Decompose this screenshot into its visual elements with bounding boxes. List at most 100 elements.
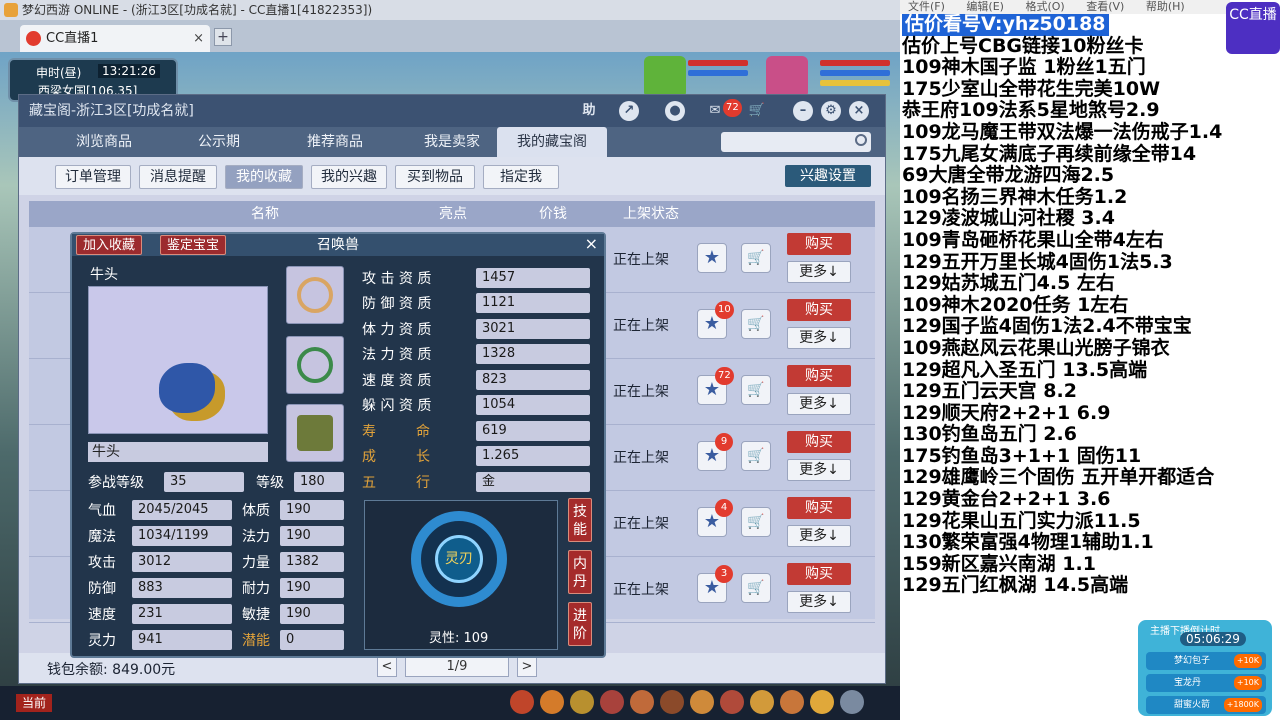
more-button[interactable]: 更多↓ xyxy=(787,525,851,547)
window-header-title: 藏宝阁-浙江3区[功成名就] xyxy=(29,103,194,119)
more-button[interactable]: 更多↓ xyxy=(787,591,851,613)
row-status: 正在上架 xyxy=(613,450,669,466)
search-icon[interactable] xyxy=(855,134,867,146)
buy-button[interactable]: 购买 xyxy=(787,365,851,387)
item-icon[interactable] xyxy=(600,690,624,714)
gift-item[interactable]: 宝龙丹 +10K xyxy=(1146,674,1266,692)
tab-advance[interactable]: 进阶 xyxy=(568,602,592,646)
buy-button[interactable]: 购买 xyxy=(787,497,851,519)
battle-level-label: 参战等级 xyxy=(88,475,144,491)
menu-view[interactable]: 查看(V) xyxy=(1086,0,1124,13)
text-line: 130繁荣富强4物理1辅助1.1 xyxy=(902,531,1154,554)
item-icon[interactable] xyxy=(660,690,684,714)
buy-button[interactable]: 购买 xyxy=(787,233,851,255)
search-input[interactable] xyxy=(721,132,871,152)
buy-button[interactable]: 购买 xyxy=(787,431,851,453)
tab-public[interactable]: 公示期 xyxy=(169,127,269,157)
item-icon[interactable] xyxy=(780,690,804,714)
sub-favorites[interactable]: 我的收藏 xyxy=(225,165,303,189)
add-favorite-button[interactable]: 加入收藏 xyxy=(76,235,143,255)
item-icon[interactable] xyxy=(690,690,714,714)
sub-orders[interactable]: 订单管理 xyxy=(55,165,131,189)
item-icon[interactable] xyxy=(750,690,774,714)
cart-icon[interactable]: 🛒 xyxy=(741,243,771,273)
table-header: 名称 亮点 价钱 上架状态 xyxy=(29,201,875,227)
row-status: 正在上架 xyxy=(613,252,669,268)
gift-item[interactable]: 甜蜜火箭 +1800K xyxy=(1146,696,1266,714)
cart-icon[interactable]: 🛒 xyxy=(741,573,771,603)
close-icon[interactable]: × xyxy=(849,101,869,121)
item-icon[interactable] xyxy=(810,690,834,714)
buy-button[interactable]: 购买 xyxy=(787,563,851,585)
channel-current[interactable]: 当前 xyxy=(16,694,52,712)
cart-icon[interactable]: 🛒 xyxy=(741,309,771,339)
cart-icon[interactable]: 🛒 xyxy=(741,441,771,471)
more-button[interactable]: 更多↓ xyxy=(787,261,851,283)
equipment-slot-2[interactable] xyxy=(286,336,344,394)
menu-edit[interactable]: 编辑(E) xyxy=(966,0,1004,13)
cc-icon xyxy=(26,31,41,46)
sub-assigned[interactable]: 指定我 xyxy=(483,165,559,189)
text-line: 129花果山五门实力派11.5 xyxy=(902,509,1141,532)
item-icon[interactable] xyxy=(510,690,534,714)
more-button[interactable]: 更多↓ xyxy=(787,459,851,481)
more-button[interactable]: 更多↓ xyxy=(787,393,851,415)
tab-skills[interactable]: 技能 xyxy=(568,498,592,542)
close-icon[interactable]: × xyxy=(585,234,598,253)
star-icon[interactable]: ★ xyxy=(697,243,727,273)
more-button[interactable]: 更多↓ xyxy=(787,327,851,349)
equipment-slot-3[interactable] xyxy=(286,404,344,462)
gear-icon[interactable]: ⚙ xyxy=(821,101,841,121)
browser-tab[interactable]: CC直播1 × xyxy=(20,25,210,52)
item-icon[interactable] xyxy=(840,690,864,714)
cart-icon[interactable]: 🛒 xyxy=(747,101,767,121)
tab-recommended[interactable]: 推荐商品 xyxy=(285,127,385,157)
aptitude-value: 1.265 xyxy=(476,446,590,466)
identify-button[interactable]: 鉴定宝宝 xyxy=(160,235,227,255)
wreath-icon xyxy=(297,347,333,383)
row-status: 正在上架 xyxy=(613,384,669,400)
menu-format[interactable]: 格式(O) xyxy=(1025,0,1064,13)
pagination: < 1/9 > xyxy=(377,657,537,679)
menu-file[interactable]: 文件(F) xyxy=(908,0,945,13)
message-icon[interactable]: ✉ xyxy=(705,101,725,121)
item-icon[interactable] xyxy=(570,690,594,714)
menu-help[interactable]: 帮助(H) xyxy=(1146,0,1185,13)
attr-label: 力量 xyxy=(242,555,270,571)
buy-button[interactable]: 购买 xyxy=(787,299,851,321)
text-line: 175九尾女满底子再续前缘全带14 xyxy=(902,142,1197,165)
aptitude-value: 1121 xyxy=(476,293,590,313)
player-avatar[interactable] xyxy=(766,56,808,98)
pet-avatar[interactable] xyxy=(644,56,686,98)
aptitude-value: 3021 xyxy=(476,319,590,339)
item-icon[interactable] xyxy=(720,690,744,714)
text-line: 129五门云天宫 8.2 xyxy=(902,380,1077,403)
notepad-text[interactable]: 估价看号V:yhz50188 估价上号CBG链接10粉丝卡 109神木国子监 1… xyxy=(902,13,1280,597)
tab-browse[interactable]: 浏览商品 xyxy=(59,127,149,157)
tab-inner-pill[interactable]: 内丹 xyxy=(568,550,592,594)
sub-bought[interactable]: 买到物品 xyxy=(395,165,475,189)
close-tab-icon[interactable]: × xyxy=(193,25,204,52)
gift-item[interactable]: 梦幻包子 +10K xyxy=(1146,652,1266,670)
interest-settings-button[interactable]: 兴趣设置 xyxy=(785,165,871,187)
minimize-icon[interactable]: – xyxy=(793,101,813,121)
sub-interests[interactable]: 我的兴趣 xyxy=(311,165,387,189)
tab-my-pavilion[interactable]: 我的藏宝阁 xyxy=(497,127,607,157)
window-header: 藏宝阁-浙江3区[功成名就] 助 ↗ ● ✉ 72 🛒 – ⚙ × xyxy=(19,95,885,127)
share-icon[interactable]: ↗ xyxy=(619,101,639,121)
text-line: 129顺天府2+2+1 6.9 xyxy=(902,401,1111,424)
help-button[interactable]: 助 xyxy=(579,101,599,121)
tab-seller[interactable]: 我是卖家 xyxy=(397,127,507,157)
settings-icon[interactable]: ● xyxy=(665,101,685,121)
sub-messages[interactable]: 消息提醒 xyxy=(139,165,217,189)
cart-icon[interactable]: 🛒 xyxy=(741,375,771,405)
prev-page-button[interactable]: < xyxy=(377,657,397,677)
item-icon[interactable] xyxy=(630,690,654,714)
cart-icon[interactable]: 🛒 xyxy=(741,507,771,537)
item-icon[interactable] xyxy=(540,690,564,714)
skill-ring[interactable]: 灵刃 xyxy=(411,511,507,607)
next-page-button[interactable]: > xyxy=(517,657,537,677)
new-tab-button[interactable]: + xyxy=(214,28,232,46)
equipment-slot-1[interactable] xyxy=(286,266,344,324)
attr-value: 0 xyxy=(280,630,344,650)
